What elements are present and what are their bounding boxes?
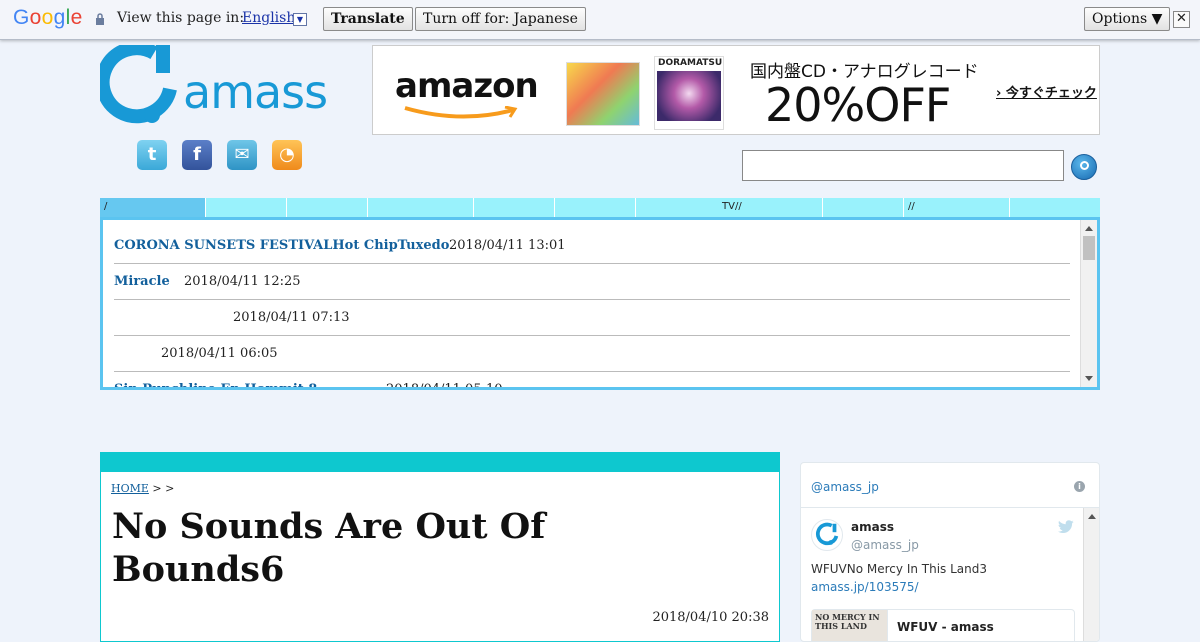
search-button[interactable] bbox=[1071, 154, 1097, 180]
avatar[interactable] bbox=[811, 519, 843, 551]
chevron-down-icon[interactable]: ▼ bbox=[293, 13, 307, 26]
news-title[interactable]: CORONA SUNSETS FESTIVALHot ChipTuxedo bbox=[114, 228, 449, 264]
mail-icon[interactable]: ✉ bbox=[227, 140, 257, 170]
scroll-down-arrow-icon[interactable] bbox=[1085, 376, 1093, 381]
ad-discount: 20%OFF bbox=[765, 78, 951, 132]
nav-item[interactable] bbox=[287, 198, 368, 217]
scroll-up-arrow-icon[interactable] bbox=[1085, 226, 1093, 231]
news-scrollbar[interactable] bbox=[1080, 220, 1097, 387]
amass-logo-mark-icon bbox=[100, 45, 177, 124]
news-date: 2018/04/11 06:05 bbox=[161, 346, 278, 361]
tweet-link-card[interactable]: NO MERCY IN THIS LAND WFUV - amass bbox=[811, 609, 1075, 641]
tweet-author-handle[interactable]: @amass_jp bbox=[851, 538, 919, 552]
twitter-scrollbar[interactable] bbox=[1083, 508, 1099, 641]
nav-item[interactable]: TV// bbox=[636, 198, 823, 217]
card-thumbnail: NO MERCY IN THIS LAND bbox=[812, 610, 888, 641]
view-page-label: View this page in: bbox=[117, 10, 245, 26]
news-date: 2018/04/11 12:25 bbox=[184, 274, 301, 289]
album-cover-image bbox=[566, 62, 640, 126]
scrollbar-thumb[interactable] bbox=[1083, 236, 1095, 260]
news-item[interactable]: Sin Punchline En Hommit 8 2018/04/11 05:… bbox=[114, 372, 1070, 390]
category-nav: / TV// // bbox=[100, 198, 1100, 217]
info-icon[interactable]: i bbox=[1074, 481, 1085, 492]
breadcrumb-separator: > > bbox=[152, 482, 175, 495]
nav-item[interactable] bbox=[1010, 198, 1100, 217]
news-item[interactable]: CORONA SUNSETS FESTIVALHot ChipTuxedo 20… bbox=[114, 228, 1070, 264]
tweet-link[interactable]: amass.jp/103575/ bbox=[811, 580, 919, 594]
album-cover-art bbox=[657, 71, 721, 121]
logo-text: amass bbox=[183, 65, 328, 119]
tweet-author-name[interactable]: amass bbox=[851, 520, 894, 534]
nav-item[interactable]: // bbox=[904, 198, 1010, 217]
nav-item[interactable] bbox=[206, 198, 287, 217]
ad-cta-label: 今すぐチェック bbox=[1005, 86, 1097, 101]
nav-item[interactable] bbox=[555, 198, 636, 217]
translate-button[interactable]: Translate bbox=[323, 7, 413, 31]
options-button[interactable]: Options ▼ bbox=[1084, 7, 1171, 31]
article-title: No Sounds Are Out Of Bounds6 bbox=[112, 506, 546, 590]
amazon-logo: amazon bbox=[395, 66, 539, 106]
search-icon bbox=[1080, 161, 1089, 170]
twitter-widget-header: @amass_jp i bbox=[801, 463, 1099, 508]
amazon-smile-icon bbox=[404, 106, 518, 119]
mail-glyph: ✉ bbox=[234, 144, 250, 165]
nav-item[interactable] bbox=[368, 198, 474, 217]
twitter-bird-icon[interactable] bbox=[1057, 520, 1075, 534]
lock-icon bbox=[96, 13, 104, 25]
nav-item[interactable] bbox=[474, 198, 555, 217]
breadcrumb-home-link[interactable]: HOME bbox=[111, 482, 149, 495]
language-select[interactable]: English bbox=[242, 10, 295, 26]
album-cover-title: DORAMATSU bbox=[658, 58, 723, 68]
turn-off-button[interactable]: Turn off for: Japanese bbox=[415, 7, 586, 31]
news-date: 2018/04/11 07:13 bbox=[233, 310, 350, 325]
close-icon[interactable]: ✕ bbox=[1173, 11, 1190, 28]
twitter-glyph: t bbox=[147, 144, 157, 165]
nav-item[interactable]: / bbox=[100, 198, 206, 217]
card-title: WFUV - amass bbox=[897, 620, 994, 634]
news-ticker: CORONA SUNSETS FESTIVALHot ChipTuxedo 20… bbox=[100, 217, 1100, 390]
news-date: 2018/04/11 13:01 bbox=[449, 238, 566, 253]
twitter-timeline-widget: @amass_jp i amass @amass_jp WFUVNo Mercy… bbox=[800, 462, 1100, 642]
article: HOME > > No Sounds Are Out Of Bounds6 20… bbox=[100, 472, 780, 642]
news-title[interactable]: Sin Punchline En Hommit 8 bbox=[114, 372, 317, 387]
translate-bar: Google View this page in: English ▼ Tran… bbox=[0, 0, 1200, 40]
news-title[interactable]: Miracle bbox=[114, 264, 170, 300]
google-logo: Google bbox=[13, 6, 83, 29]
news-date: 2018/04/11 05:10 bbox=[386, 382, 503, 390]
tweet-text: WFUVNo Mercy In This Land3 bbox=[811, 562, 988, 576]
rss-icon[interactable]: ◔ bbox=[272, 140, 302, 170]
ad-cta-link[interactable]: › 今すぐチェック bbox=[996, 82, 1097, 101]
breadcrumb: HOME > > bbox=[111, 482, 174, 495]
article-header-band bbox=[100, 452, 780, 472]
nav-item[interactable] bbox=[823, 198, 904, 217]
facebook-glyph: f bbox=[193, 144, 201, 165]
news-item[interactable]: 2018/04/11 06:05 bbox=[114, 336, 1070, 372]
rss-glyph: ◔ bbox=[279, 144, 295, 165]
facebook-icon[interactable]: f bbox=[182, 140, 212, 170]
scroll-up-arrow-icon[interactable] bbox=[1088, 514, 1096, 519]
article-date: 2018/04/10 20:38 bbox=[652, 610, 769, 625]
album-cover-image: DORAMATSU bbox=[654, 56, 724, 130]
search-input[interactable] bbox=[742, 150, 1064, 181]
news-item[interactable]: 2018/04/11 07:13 bbox=[114, 300, 1070, 336]
twitter-icon[interactable]: t bbox=[137, 140, 167, 170]
twitter-handle-link[interactable]: @amass_jp bbox=[811, 480, 879, 494]
site-logo[interactable]: amass bbox=[100, 45, 328, 127]
news-item[interactable]: Miracle 2018/04/11 12:25 bbox=[114, 264, 1070, 300]
amazon-ad-banner[interactable]: amazon DORAMATSU 国内盤CD・アナログレコード 20%OFF ›… bbox=[372, 45, 1100, 135]
